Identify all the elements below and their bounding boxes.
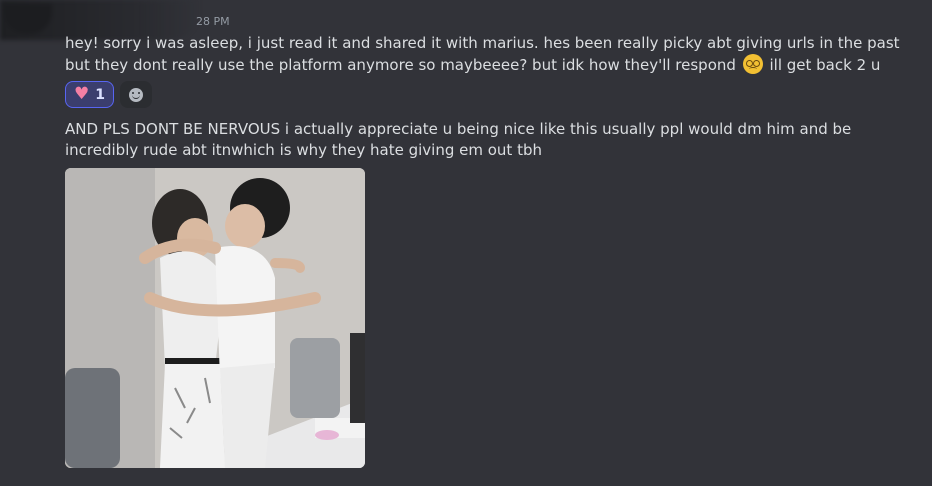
photo-two-people-hugging bbox=[65, 168, 365, 468]
add-reaction-icon bbox=[129, 87, 143, 102]
heart-icon: ♥ bbox=[74, 84, 90, 104]
reaction-count: 1 bbox=[95, 86, 105, 103]
add-reaction-button[interactable] bbox=[120, 81, 152, 108]
message-timestamp: 28 PM bbox=[196, 15, 230, 28]
image-attachment[interactable] bbox=[65, 168, 365, 468]
message-text-part: ill get back 2 u bbox=[769, 56, 881, 74]
reaction-bar: ♥ 1 bbox=[65, 81, 152, 108]
woozy-face-emoji-icon bbox=[742, 54, 763, 74]
message-text: hey! sorry i was asleep, i just read it … bbox=[65, 33, 905, 76]
message-text: AND PLS DONT BE NERVOUS i actually appre… bbox=[65, 120, 852, 159]
avatar[interactable] bbox=[4, 4, 52, 34]
reaction-heart[interactable]: ♥ 1 bbox=[65, 81, 114, 108]
